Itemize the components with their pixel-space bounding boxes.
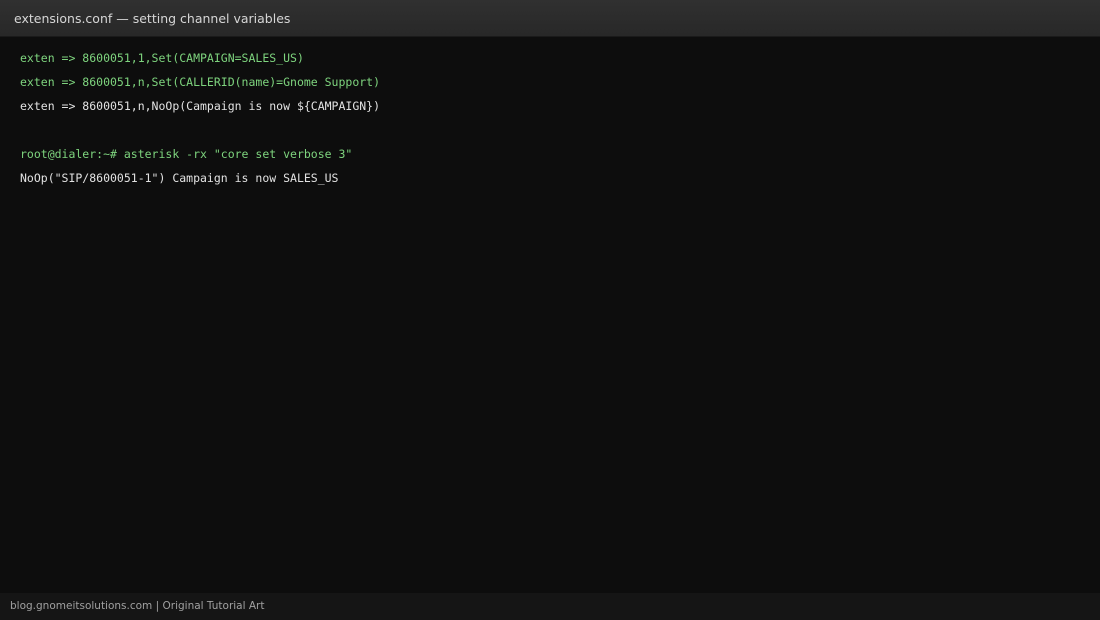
config-line-noop: exten => 8600051,n,NoOp(Campaign is now … [20, 99, 381, 113]
config-line-set-campaign: exten => 8600051,1,Set(CAMPAIGN=SALES_US… [20, 51, 304, 65]
footer-credit: blog.gnomeitsolutions.com | Original Tut… [10, 600, 265, 612]
window-title: extensions.conf — setting channel variab… [14, 11, 291, 26]
terminal-output[interactable]: exten => 8600051,1,Set(CAMPAIGN=SALES_US… [0, 37, 1100, 593]
terminal-window: extensions.conf — setting channel variab… [0, 0, 1100, 620]
shell-command-line: root@dialer:~# asterisk -rx "core set ve… [20, 147, 353, 161]
command-output-line: NoOp("SIP/8600051-1") Campaign is now SA… [20, 171, 339, 185]
footer-bar: blog.gnomeitsolutions.com | Original Tut… [0, 593, 1100, 620]
config-line-set-callerid: exten => 8600051,n,Set(CALLERID(name)=Gn… [20, 75, 381, 89]
title-bar[interactable]: extensions.conf — setting channel variab… [0, 0, 1100, 37]
